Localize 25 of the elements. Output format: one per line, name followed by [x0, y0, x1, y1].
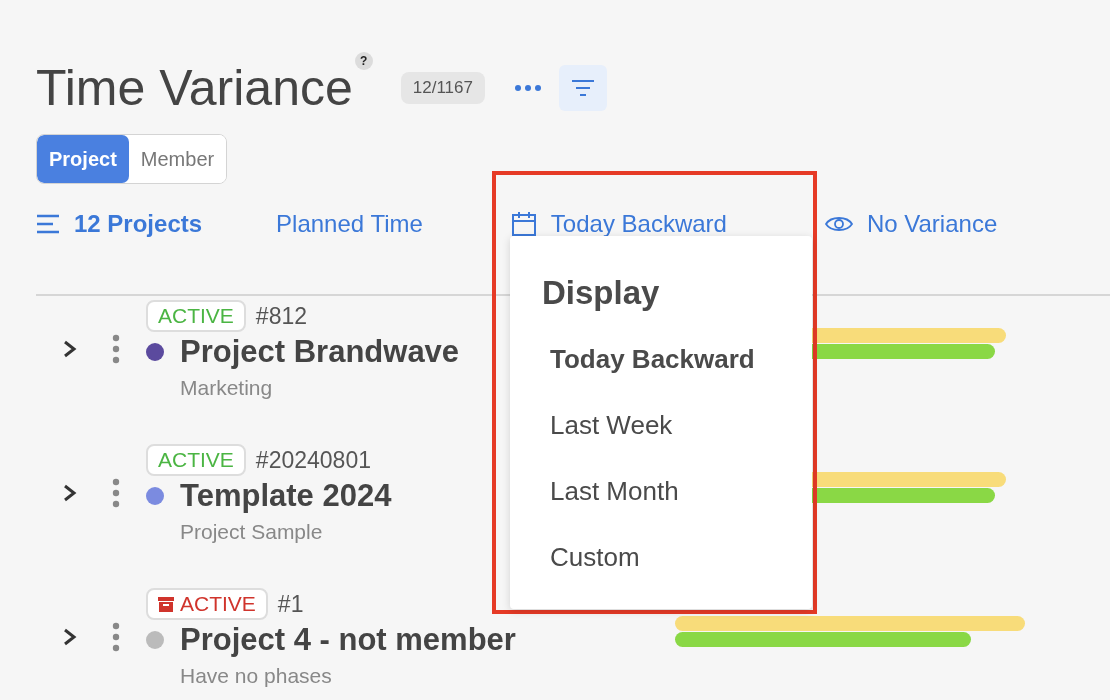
view-tab[interactable]: Project [37, 135, 129, 183]
project-subtitle: Have no phases [179, 664, 333, 688]
menu-option[interactable]: Today Backward [542, 326, 812, 392]
project-subtitle: Project Sample [179, 520, 324, 544]
help-icon[interactable]: ? [354, 52, 373, 70]
count-badge: 12/1167 [400, 72, 485, 104]
status-tag: ACTIVE [146, 588, 268, 620]
project-name: Project Brandwave [180, 334, 460, 370]
page-title: Time Variance [36, 59, 353, 117]
project-number: #20240801 [255, 446, 371, 474]
project-name: Project 4 - not member [180, 622, 516, 658]
menu-title: Display [542, 274, 661, 312]
menu-option[interactable]: Last Week [542, 392, 812, 458]
toolbar-button[interactable]: Planned Time [276, 210, 423, 238]
toolbar-button[interactable]: 12 Projects [36, 210, 203, 238]
project-number: #1 [277, 590, 304, 618]
project-number: #812 [255, 302, 308, 330]
status-tag: ACTIVE [146, 300, 246, 332]
toolbar-button[interactable]: Today Backward [510, 210, 727, 238]
menu-option[interactable]: Custom [542, 524, 812, 590]
project-subtitle: Marketing [179, 376, 274, 400]
menu-option[interactable]: Last Month [542, 458, 812, 524]
toolbar-button[interactable]: No Variance [824, 210, 998, 238]
status-tag: ACTIVE [146, 444, 246, 476]
project-name: Template 2024 [180, 478, 392, 514]
